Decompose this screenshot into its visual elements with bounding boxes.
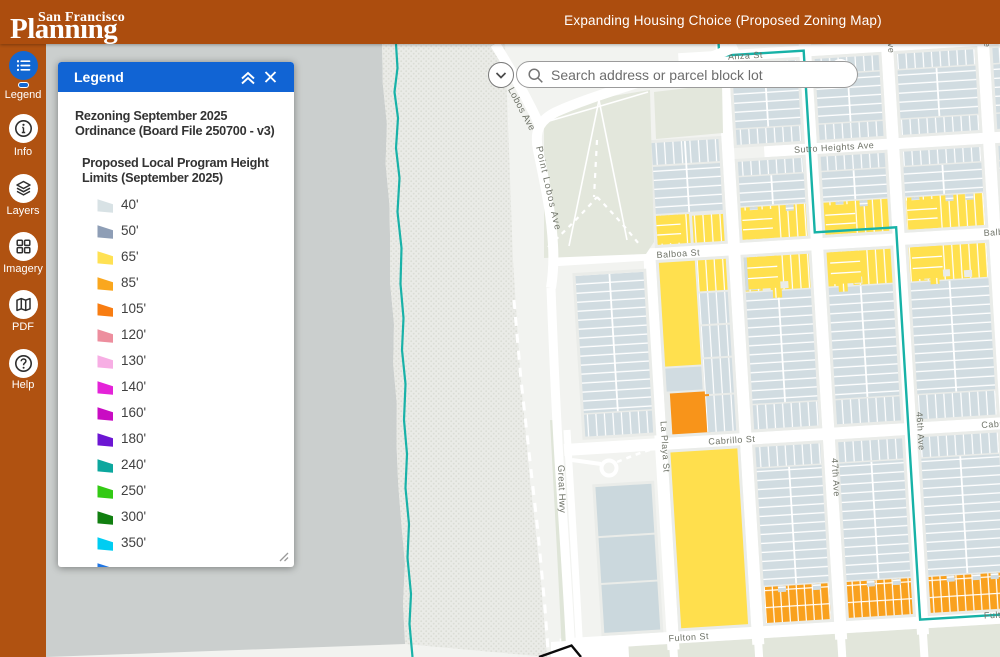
- svg-text:Great Hwy: Great Hwy: [555, 465, 568, 514]
- svg-text:Cabrillo St: Cabrillo St: [981, 417, 1000, 430]
- svg-text:Fulton St: Fulton St: [984, 608, 1000, 620]
- svg-text:Balboa St: Balboa St: [983, 225, 1000, 238]
